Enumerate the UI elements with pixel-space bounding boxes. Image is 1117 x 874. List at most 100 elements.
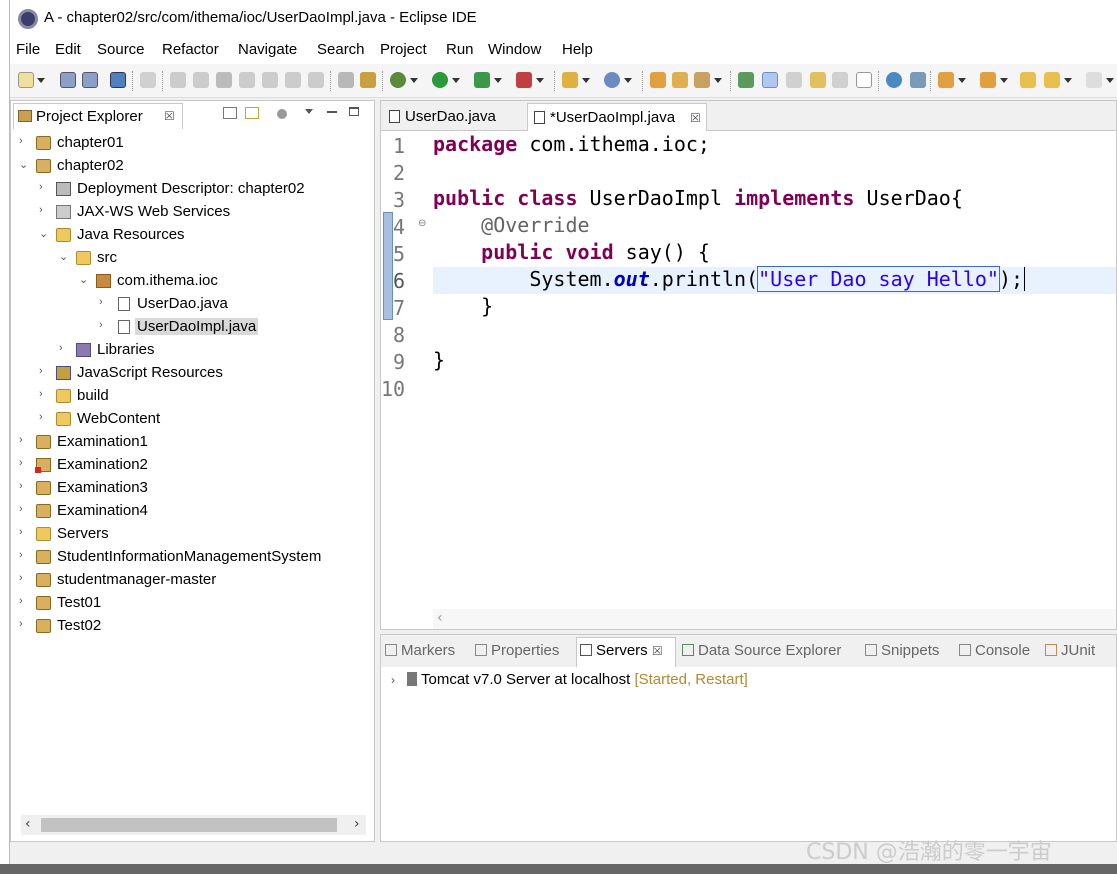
menu-edit[interactable]: Edit xyxy=(55,41,81,58)
filter-icon[interactable] xyxy=(277,109,287,119)
pin-icon[interactable] xyxy=(910,72,926,88)
new-java-dropdown-icon[interactable] xyxy=(582,78,590,83)
tree-item-examination2[interactable]: › Examination2 xyxy=(11,454,374,476)
save-icon[interactable] xyxy=(60,72,76,88)
external-tools-dropdown-icon[interactable] xyxy=(536,78,544,83)
tab-console[interactable]: Console xyxy=(959,642,1030,659)
expand-arrow-icon[interactable]: › xyxy=(39,411,43,423)
tree-item-userdao[interactable]: › UserDao.java xyxy=(11,293,374,315)
tree-item-userdaoimpl[interactable]: › UserDaoImpl.java xyxy=(11,316,374,338)
expand-arrow-icon[interactable]: › xyxy=(19,434,23,446)
collapse-arrow-icon[interactable]: ⌄ xyxy=(59,250,68,263)
open-console-icon[interactable] xyxy=(110,72,126,88)
link-with-editor-icon[interactable] xyxy=(245,107,259,119)
tree-item-studentmanager-master[interactable]: › studentmanager-master xyxy=(11,569,374,591)
menu-source[interactable]: Source xyxy=(97,41,145,58)
tab-project-explorer[interactable]: Project Explorer ☒ xyxy=(13,103,183,129)
last-edit-icon[interactable] xyxy=(1020,72,1036,88)
scroll-left-icon[interactable]: ‹ xyxy=(25,816,31,832)
expand-arrow-icon[interactable]: › xyxy=(19,572,23,584)
minimize-icon[interactable] xyxy=(327,111,337,113)
next-annotation-icon[interactable] xyxy=(938,72,954,88)
new-icon[interactable] xyxy=(18,72,34,88)
toggle-ant-icon[interactable] xyxy=(738,72,754,88)
menu-navigate[interactable]: Navigate xyxy=(238,41,297,58)
scroll-left-icon[interactable]: ‹ xyxy=(437,610,443,626)
code-area[interactable]: package com.ithema.ioc; public class Use… xyxy=(433,132,1116,607)
menu-help[interactable]: Help xyxy=(562,41,593,58)
collapse-arrow-icon[interactable]: ⌄ xyxy=(79,273,88,286)
horizontal-scrollbar[interactable]: ‹ › xyxy=(21,815,366,835)
forward-dropdown-icon[interactable] xyxy=(1106,78,1114,83)
step-into-icon[interactable] xyxy=(262,72,278,88)
expand-arrow-icon[interactable]: › xyxy=(19,457,23,469)
tree-item-build[interactable]: › build xyxy=(11,385,374,407)
tree-item-examination4[interactable]: › Examination4 xyxy=(11,500,374,522)
debug-dropdown-icon[interactable] xyxy=(410,78,418,83)
use-step-filters-icon[interactable] xyxy=(360,72,376,88)
expand-arrow-icon[interactable]: › xyxy=(19,618,23,630)
menu-search[interactable]: Search xyxy=(317,41,365,58)
debug-icon[interactable] xyxy=(390,72,406,88)
expand-arrow-icon[interactable]: › xyxy=(39,365,43,377)
expand-arrow-icon[interactable]: › xyxy=(99,296,103,308)
tree-item-package[interactable]: ⌄ com.ithema.ioc xyxy=(11,270,374,292)
expand-arrow-icon[interactable]: › xyxy=(19,480,23,492)
previous-annotation-icon[interactable] xyxy=(980,72,996,88)
expand-arrow-icon[interactable]: › xyxy=(99,319,103,331)
scrollbar-thumb[interactable] xyxy=(41,818,337,832)
next-annotation-dropdown-icon[interactable] xyxy=(958,78,966,83)
tab-data-source-explorer[interactable]: Data Source Explorer xyxy=(682,642,841,659)
menu-project[interactable]: Project xyxy=(380,41,427,58)
step-over-icon[interactable] xyxy=(285,72,301,88)
tree-item-src[interactable]: ⌄ src xyxy=(11,247,374,269)
tree-item-chapter02[interactable]: ⌄ chapter02 xyxy=(11,155,374,177)
external-tools-icon[interactable] xyxy=(516,72,532,88)
expand-arrow-icon[interactable]: › xyxy=(391,673,395,687)
expand-arrow-icon[interactable]: › xyxy=(19,503,23,515)
close-icon[interactable]: ☒ xyxy=(690,111,701,125)
terminate-icon[interactable] xyxy=(216,72,232,88)
expand-arrow-icon[interactable]: › xyxy=(19,526,23,538)
resume-icon[interactable] xyxy=(170,72,186,88)
back-dropdown-icon[interactable] xyxy=(1064,78,1072,83)
expand-arrow-icon[interactable]: › xyxy=(19,135,23,147)
tab-userdao[interactable]: UserDao.java xyxy=(383,103,523,131)
pilcrow-icon[interactable] xyxy=(856,72,872,88)
expand-arrow-icon[interactable]: › xyxy=(39,204,43,216)
tab-servers[interactable]: Servers ☒ xyxy=(580,642,663,659)
new-class-dropdown-icon[interactable] xyxy=(624,78,632,83)
step-return-icon[interactable] xyxy=(308,72,324,88)
tab-snippets[interactable]: Snippets xyxy=(865,642,939,659)
tree-item-test02[interactable]: › Test02 xyxy=(11,615,374,637)
new-dropdown-icon[interactable] xyxy=(37,78,45,83)
menu-file[interactable]: File xyxy=(16,41,40,58)
tree-item-chapter01[interactable]: › chapter01 xyxy=(11,132,374,154)
run-icon[interactable] xyxy=(432,72,448,88)
tree-item-deployment-descriptor[interactable]: › Deployment Descriptor: chapter02 xyxy=(11,178,374,200)
show-source-icon[interactable] xyxy=(832,72,848,88)
menu-window[interactable]: Window xyxy=(488,41,541,58)
coverage-icon[interactable] xyxy=(474,72,490,88)
close-icon[interactable]: ☒ xyxy=(164,109,175,123)
tree-item-javascript-resources[interactable]: › JavaScript Resources xyxy=(11,362,374,384)
back-icon[interactable] xyxy=(1044,72,1060,88)
expand-arrow-icon[interactable]: › xyxy=(19,595,23,607)
collapse-arrow-icon[interactable]: ⌄ xyxy=(39,227,48,240)
tree-item-examination3[interactable]: › Examination3 xyxy=(11,477,374,499)
expand-arrow-icon[interactable]: › xyxy=(39,181,43,193)
tree-item-examination1[interactable]: › Examination1 xyxy=(11,431,374,453)
close-icon[interactable]: ☒ xyxy=(652,644,663,658)
tree-item-libraries[interactable]: › Libraries xyxy=(11,339,374,361)
editor-horizontal-scrollbar[interactable]: ‹ xyxy=(433,609,1116,629)
open-type-icon[interactable] xyxy=(650,72,666,88)
menu-run[interactable]: Run xyxy=(446,41,474,58)
collapse-arrow-icon[interactable]: ⌄ xyxy=(19,158,28,171)
tab-junit[interactable]: JUnit xyxy=(1045,642,1095,659)
tab-properties[interactable]: Properties xyxy=(475,642,559,659)
server-item[interactable]: › Tomcat v7.0 Server at localhost [Starte… xyxy=(391,671,748,688)
expand-arrow-icon[interactable]: › xyxy=(39,388,43,400)
search-dropdown-icon[interactable] xyxy=(714,78,722,83)
drop-to-frame-icon[interactable] xyxy=(338,72,354,88)
tree-item-student-info-system[interactable]: › StudentInformationManagementSystem xyxy=(11,546,374,568)
